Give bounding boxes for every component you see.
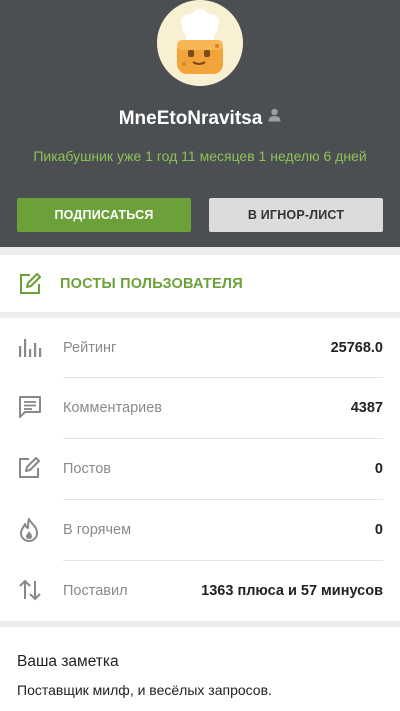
stat-value: 4387: [350, 400, 383, 416]
edit-icon: [19, 273, 41, 300]
stat-label: Постов: [63, 461, 111, 477]
username-text: MneEtoNravitsa: [118, 108, 263, 129]
user-note-card[interactable]: Ваша заметка Поставщик милф, и весёлых з…: [0, 627, 400, 711]
bar-chart-icon: [18, 336, 42, 363]
stat-row-posts: Постов 0: [0, 439, 400, 499]
user-stats-list: Рейтинг 25768.0 Комментариев 4387 Постов…: [0, 318, 400, 621]
user-posts-link[interactable]: ПОСТЫ ПОЛЬЗОВАТЕЛЯ: [0, 255, 400, 312]
stat-label: Рейтинг: [63, 340, 117, 356]
flame-icon: [18, 518, 40, 547]
profile-header: MneEtoNravitsa Пикабушник уже 1 год 11 м…: [0, 0, 400, 247]
ignore-list-button[interactable]: В ИГНОР-ЛИСТ: [209, 198, 383, 232]
stat-row-comments: Комментариев 4387: [0, 378, 400, 438]
stat-value: 25768.0: [330, 340, 383, 356]
user-icon: [268, 104, 281, 130]
stat-label: Комментариев: [63, 400, 162, 416]
note-text: Поставщик милф, и весёлых запросов.: [17, 682, 272, 698]
subscribe-button[interactable]: ПОДПИСАТЬСЯ: [17, 198, 191, 232]
edit-icon: [18, 457, 40, 484]
stat-row-hot: В горячем 0: [0, 500, 400, 560]
stat-label: В горячем: [63, 522, 132, 538]
comment-icon: [18, 396, 42, 423]
stat-value: 1363 плюса и 57 минусов: [201, 583, 383, 599]
username: MneEtoNravitsa: [0, 106, 400, 132]
note-title: Ваша заметка: [17, 653, 119, 670]
stat-row-rating: Рейтинг 25768.0: [0, 318, 400, 378]
user-posts-label: ПОСТЫ ПОЛЬЗОВАТЕЛЯ: [60, 276, 243, 292]
chef-cookie-avatar-icon: [157, 0, 243, 86]
sort-arrows-icon: [18, 579, 42, 606]
member-since-text: Пикабушник уже 1 год 11 месяцев 1 неделю…: [33, 148, 367, 164]
stat-value: 0: [374, 522, 383, 538]
stat-value: 0: [374, 461, 383, 477]
stat-row-votes: Поставил 1363 плюса и 57 минусов: [0, 561, 400, 621]
avatar[interactable]: [157, 0, 243, 86]
stat-label: Поставил: [63, 583, 128, 599]
